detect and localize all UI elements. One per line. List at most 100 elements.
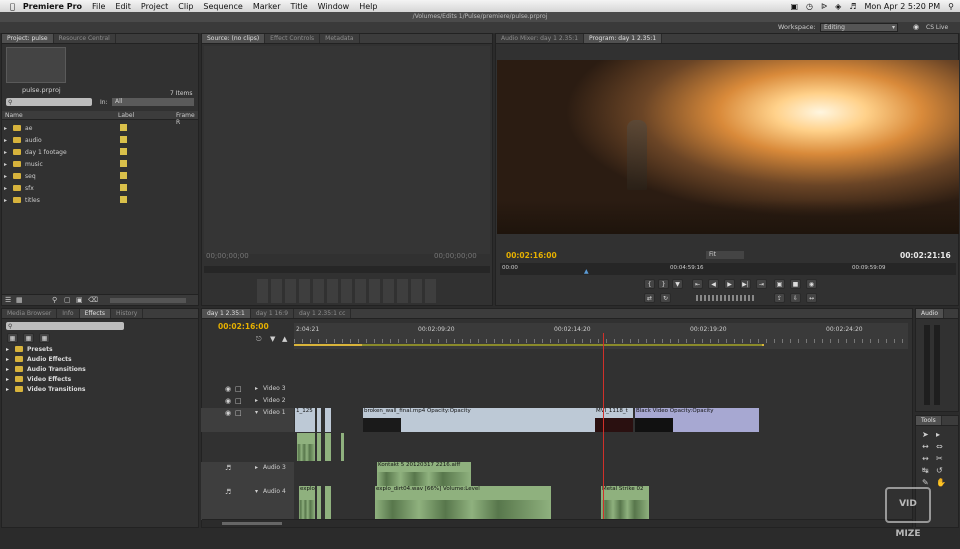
timeline-clip[interactable]: Black Video Opacity:Opacity <box>635 408 759 432</box>
loop-button[interactable]: ↻ <box>660 293 671 303</box>
jog-shuttle[interactable] <box>696 295 756 301</box>
speaker-icon[interactable]: ♬ <box>225 464 231 472</box>
go-to-out-button[interactable]: ⇥ <box>756 279 767 289</box>
new-bin-icon[interactable]: ▢ <box>64 296 71 304</box>
timeline-clip[interactable] <box>317 433 321 461</box>
bin-day1-footage[interactable]: ▸ day 1 footage <box>4 146 197 158</box>
timeline-clip[interactable]: explo_dirt04.wav [66%] Volume:Level <box>375 486 551 520</box>
tab-source[interactable]: Source: (no clips) <box>202 34 266 43</box>
mark-out-button[interactable]: } <box>658 279 669 289</box>
clock-icon[interactable]: ◷ <box>806 2 813 11</box>
tab-program[interactable]: Program: day 1 2.35:1 <box>584 34 663 43</box>
trash-icon[interactable]: ⌫ <box>88 296 98 304</box>
yuv-effects-button[interactable]: ▦ <box>39 333 50 343</box>
pen-tool-icon[interactable]: ✎ <box>922 478 929 487</box>
lock-icon[interactable]: □ <box>235 409 242 417</box>
32bit-effects-button[interactable]: ▦ <box>23 333 34 343</box>
selection-tool-icon[interactable]: ➤ <box>922 430 929 439</box>
search-icon[interactable]: ⚲ <box>52 296 57 304</box>
expand-icon[interactable]: ▸ <box>255 397 258 404</box>
rate-stretch-tool-icon[interactable]: ↭ <box>922 454 929 463</box>
bluetooth-icon[interactable]: ᐉ <box>821 2 827 11</box>
ripple-edit-tool-icon[interactable]: ↔ <box>922 442 929 451</box>
cs-live-label[interactable]: CS Live <box>926 24 948 31</box>
playhead[interactable] <box>603 333 604 523</box>
effects-folder-audio-effects[interactable]: ▸ Audio Effects <box>6 354 72 364</box>
eye-icon[interactable]: ◉ <box>225 385 231 393</box>
tab-metadata[interactable]: Metadata <box>320 34 360 43</box>
timeline-clip[interactable]: 1_125 <box>295 408 315 432</box>
collapse-icon[interactable]: ▾ <box>255 488 258 495</box>
rolling-edit-tool-icon[interactable]: ⇔ <box>936 442 943 451</box>
volume-icon[interactable]: ♬ <box>849 2 856 11</box>
timeline-zoom-bar[interactable] <box>202 519 912 527</box>
step-forward-button[interactable]: ▶| <box>740 279 751 289</box>
source-transport-controls[interactable] <box>257 279 437 303</box>
eye-icon[interactable]: ◉ <box>225 409 231 417</box>
bin-ae[interactable]: ▸ ae <box>4 122 197 134</box>
zoom-select[interactable]: Fit <box>706 251 744 259</box>
list-view-icon[interactable]: ☰ <box>5 296 11 304</box>
tab-effect-controls[interactable]: Effect Controls <box>265 34 321 43</box>
effects-folder-audio-transitions[interactable]: ▸ Audio Transitions <box>6 364 86 374</box>
col-name[interactable]: Name <box>5 112 23 119</box>
clock-text[interactable]: Mon Apr 2 5:20 PM <box>864 2 940 11</box>
menu-title[interactable]: Title <box>291 2 308 11</box>
program-timecode-current[interactable]: 00:02:16:00 <box>506 251 557 260</box>
track-select-tool-icon[interactable]: ▸ <box>936 430 940 439</box>
tab-effects[interactable]: Effects <box>79 309 112 318</box>
wifi-icon[interactable]: ◈ <box>835 2 841 11</box>
speaker-icon[interactable]: ♬ <box>225 488 231 496</box>
tab-audio-meters[interactable]: Audio <box>916 309 945 318</box>
timeline-clip[interactable]: broken_wall_final.mp4 Opacity:Opacity <box>363 408 595 432</box>
video-icon[interactable]: ▣ <box>790 2 798 11</box>
source-timecode-current[interactable]: 00;00;00;00 <box>206 252 249 260</box>
timeline-clip[interactable] <box>317 486 321 520</box>
menu-marker[interactable]: Marker <box>253 2 281 11</box>
tab-info[interactable]: Info <box>57 309 80 318</box>
add-marker-button[interactable]: ▼ <box>672 279 683 289</box>
zoom-slider[interactable] <box>222 522 282 525</box>
program-timecode-duration[interactable]: 00:02:21:16 <box>900 251 951 260</box>
eye-icon[interactable]: ◉ <box>225 397 231 405</box>
timeline-clip[interactable]: explo <box>299 486 315 520</box>
spotlight-icon[interactable]: ⚲ <box>948 2 954 11</box>
tab-media-browser[interactable]: Media Browser <box>2 309 58 318</box>
program-time-ruler[interactable]: 00:00 00:04:59:16 00:09:59:09 ▲ <box>500 263 956 275</box>
bin-music[interactable]: ▸ music <box>4 158 197 170</box>
col-label[interactable]: Label <box>118 112 134 119</box>
effects-folder-video-transitions[interactable]: ▸ Video Transitions <box>6 384 85 394</box>
project-scrollbar[interactable] <box>110 298 186 303</box>
camera-icon[interactable]: ◉ <box>806 279 817 289</box>
workspace-select[interactable]: Editing ▾ <box>820 23 898 32</box>
apple-icon[interactable]:  <box>10 2 15 11</box>
timeline-clip[interactable]: MVI_1118_t <box>595 408 633 432</box>
menu-window[interactable]: Window <box>318 2 350 11</box>
effects-folder-presets[interactable]: ▸ Presets <box>6 344 53 354</box>
tab-project[interactable]: Project: pulse <box>2 34 54 43</box>
set-marker-icon[interactable]: ▼ <box>270 335 275 343</box>
accelerated-effects-button[interactable]: ▦ <box>7 333 18 343</box>
tab-resource-central[interactable]: Resource Central <box>54 34 116 43</box>
timeline-clip[interactable]: Metal Strike 02 <box>601 486 649 520</box>
lock-icon[interactable]: □ <box>235 397 242 405</box>
trim-button[interactable]: ↔ <box>806 293 817 303</box>
bin-sfx[interactable]: ▸ sfx <box>4 182 197 194</box>
lock-icon[interactable]: □ <box>235 385 242 393</box>
menu-sequence[interactable]: Sequence <box>203 2 242 11</box>
expand-icon[interactable]: ▸ <box>255 464 258 471</box>
tab-tools[interactable]: Tools <box>916 416 942 425</box>
tab-sequence-235-cc[interactable]: day 1 2.35:1 cc <box>294 309 352 318</box>
app-menu[interactable]: Premiere Pro <box>23 2 82 11</box>
slide-tool-icon[interactable]: ↺ <box>936 466 943 475</box>
menu-project[interactable]: Project <box>141 2 168 11</box>
extract-button[interactable]: ⇩ <box>790 293 801 303</box>
slip-tool-icon[interactable]: ↹ <box>922 466 929 475</box>
razor-tool-icon[interactable]: ✂ <box>936 454 943 463</box>
icon-view-icon[interactable]: ▦ <box>16 296 23 304</box>
tab-history[interactable]: History <box>111 309 144 318</box>
timeline-clip[interactable] <box>325 486 331 520</box>
export-frame-button[interactable]: ■ <box>790 279 801 289</box>
menu-edit[interactable]: Edit <box>115 2 131 11</box>
timeline-ruler[interactable]: 2:04:21 00:02:09:20 00:02:14:20 00:02:19… <box>294 323 908 349</box>
